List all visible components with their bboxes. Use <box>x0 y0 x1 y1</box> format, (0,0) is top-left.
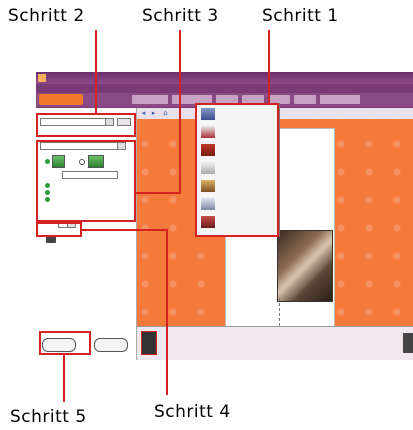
highlight-step-1 <box>195 103 279 237</box>
nav-back-icon[interactable]: ◂ <box>139 109 148 118</box>
connector-step-3 <box>179 30 181 194</box>
connector-step-5 <box>63 354 65 402</box>
connector-step-3-horizontal <box>134 192 181 194</box>
app-logo <box>39 94 83 105</box>
filmstrip-end-icon[interactable] <box>403 333 413 353</box>
callout-step-2: Schritt 2 <box>8 6 85 26</box>
home-icon[interactable]: ⌂ <box>161 109 170 118</box>
highlight-step-2 <box>36 113 136 137</box>
callout-step-5: Schritt 5 <box>10 407 87 427</box>
callout-step-1: Schritt 1 <box>262 6 339 26</box>
highlight-step-4 <box>36 222 82 237</box>
highlight-step-5 <box>39 331 91 355</box>
callout-step-4: Schritt 4 <box>154 402 231 422</box>
filmstrip-bar <box>137 326 413 360</box>
cancel-button[interactable] <box>94 338 128 352</box>
menu-bar <box>36 84 413 93</box>
connector-step-1 <box>268 30 270 104</box>
nav-forward-icon[interactable]: ▸ <box>149 109 158 118</box>
title-bar <box>36 72 413 84</box>
connector-step-2 <box>95 30 97 114</box>
connector-step-4 <box>166 229 168 395</box>
photo-thumbnail[interactable] <box>277 230 333 302</box>
printer-icon[interactable] <box>46 236 56 243</box>
cut-line <box>279 298 280 326</box>
toolbar-button-6[interactable] <box>294 95 316 104</box>
connector-step-4-horizontal <box>80 229 168 231</box>
filmstrip-thumbnail[interactable] <box>141 331 157 355</box>
highlight-step-3 <box>36 140 136 222</box>
toolbar-button-1[interactable] <box>132 95 168 104</box>
app-icon <box>38 74 46 82</box>
toolbar-button-7[interactable] <box>320 95 360 104</box>
callout-step-3: Schritt 3 <box>142 6 219 26</box>
